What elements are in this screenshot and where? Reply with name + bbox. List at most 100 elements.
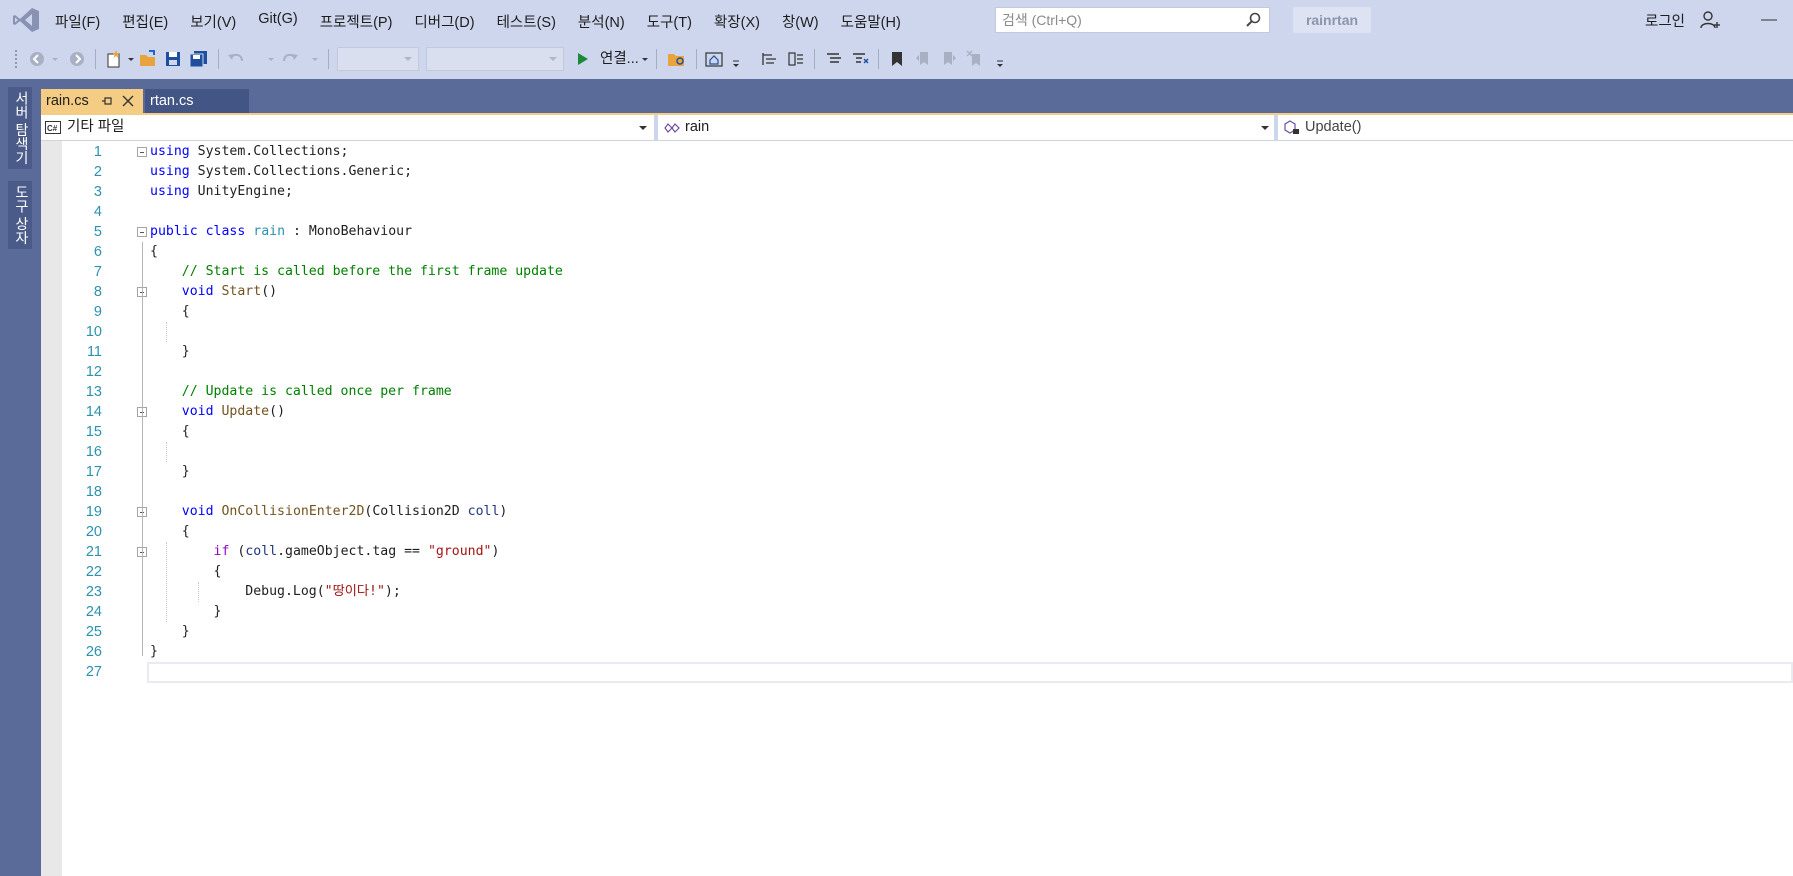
pin-icon[interactable]: [100, 94, 114, 108]
menu-debug[interactable]: 디버그(D): [403, 9, 485, 34]
search-icon[interactable]: [1245, 12, 1261, 28]
code-line[interactable]: 20 {: [62, 522, 1793, 542]
toolbar-overflow-icon[interactable]: [994, 48, 1006, 70]
start-debugging-icon[interactable]: [574, 48, 592, 70]
solution-explorer-home-icon[interactable]: [704, 48, 726, 70]
menu-git[interactable]: Git(G): [247, 9, 308, 34]
code-line[interactable]: 23 Debug.Log("땅이다!");: [62, 582, 1793, 602]
code-line[interactable]: 19 void OnCollisionEnter2D(Collision2D c…: [62, 502, 1793, 522]
new-project-dropdown-icon[interactable]: [126, 48, 136, 70]
undo-icon[interactable]: [226, 48, 246, 70]
close-icon[interactable]: [121, 94, 135, 108]
run-target-label[interactable]: 연결...: [600, 47, 639, 68]
code-text[interactable]: Debug.Log("땅이다!");: [150, 582, 401, 602]
next-bookmark-icon[interactable]: [940, 48, 958, 70]
menu-edit[interactable]: 편집(E): [111, 9, 179, 34]
code-text[interactable]: if (coll.gameObject.tag == "ground"): [150, 542, 500, 562]
menu-test[interactable]: 테스트(S): [486, 9, 567, 34]
code-text[interactable]: // Update is called once per frame: [150, 382, 452, 402]
save-all-icon[interactable]: [188, 48, 210, 70]
navigate-forward-icon[interactable]: [68, 48, 86, 70]
search-input[interactable]: [1002, 11, 1237, 29]
code-text[interactable]: void OnCollisionEnter2D(Collision2D coll…: [150, 502, 508, 522]
code-text[interactable]: }: [150, 342, 190, 362]
menu-project[interactable]: 프로젝트(P): [309, 9, 404, 34]
code-text[interactable]: }: [150, 642, 158, 662]
code-line[interactable]: 5 public class rain : MonoBehaviour: [62, 222, 1793, 242]
code-line[interactable]: 22 {: [62, 562, 1793, 582]
code-text[interactable]: using System.Collections;: [150, 142, 349, 162]
uncomment-icon[interactable]: [850, 48, 870, 70]
code-line[interactable]: 3 using UnityEngine;: [62, 182, 1793, 202]
clear-bookmarks-icon[interactable]: [966, 48, 984, 70]
solution-configuration-dropdown[interactable]: [337, 47, 419, 71]
code-line[interactable]: 9 {: [62, 302, 1793, 322]
code-text[interactable]: {: [150, 302, 190, 322]
previous-bookmark-icon[interactable]: [914, 48, 932, 70]
code-text[interactable]: void Update(): [150, 402, 285, 422]
run-target-dropdown-icon[interactable]: [640, 48, 650, 70]
tab-rtan-cs[interactable]: rtan.cs: [145, 89, 249, 113]
code-line[interactable]: 18: [62, 482, 1793, 502]
code-line[interactable]: 2 using System.Collections.Generic;: [62, 162, 1793, 182]
new-project-icon[interactable]: [104, 48, 124, 70]
save-icon[interactable]: [164, 48, 182, 70]
code-editor[interactable]: 1 using System.Collections; 2 using System.…: [62, 141, 1793, 876]
outline-toggle-icon[interactable]: [786, 48, 806, 70]
find-in-files-icon[interactable]: [666, 48, 688, 70]
toolbar-overflow-icon[interactable]: [730, 48, 742, 70]
minimize-icon[interactable]: [1757, 12, 1781, 28]
code-line[interactable]: 13 // Update is called once per frame: [62, 382, 1793, 402]
code-line[interactable]: 17 }: [62, 462, 1793, 482]
code-line[interactable]: 7 // Start is called before the first fr…: [62, 262, 1793, 282]
code-line[interactable]: 16: [62, 442, 1793, 462]
code-text[interactable]: public class rain : MonoBehaviour: [150, 222, 412, 242]
comment-out-icon[interactable]: [824, 48, 844, 70]
code-line[interactable]: 11 }: [62, 342, 1793, 362]
code-line[interactable]: 8 void Start(): [62, 282, 1793, 302]
code-text[interactable]: using System.Collections.Generic;: [150, 162, 412, 182]
menu-view[interactable]: 보기(V): [179, 9, 247, 34]
toolbox-tab[interactable]: 도구 상자: [8, 181, 32, 249]
menu-analyze[interactable]: 분석(N): [567, 9, 636, 34]
type-dropdown[interactable]: rain: [659, 116, 1273, 139]
code-line[interactable]: 27: [62, 662, 1793, 683]
code-text[interactable]: {: [150, 562, 222, 582]
code-line[interactable]: 10: [62, 322, 1793, 342]
code-text[interactable]: {: [150, 422, 190, 442]
code-text[interactable]: void Start(): [150, 282, 277, 302]
code-line[interactable]: 12: [62, 362, 1793, 382]
code-text[interactable]: {: [150, 522, 190, 542]
solution-platform-dropdown[interactable]: [426, 47, 564, 71]
code-line[interactable]: 26}: [62, 642, 1793, 662]
code-text[interactable]: // Start is called before the first fram…: [150, 262, 563, 282]
undo-dropdown-icon[interactable]: [266, 48, 276, 70]
server-explorer-tab[interactable]: 서버 탐색기: [8, 87, 32, 169]
code-line[interactable]: 14 void Update(): [62, 402, 1793, 422]
code-line[interactable]: 6{: [62, 242, 1793, 262]
menu-window[interactable]: 창(W): [771, 9, 830, 34]
collapse-region-icon[interactable]: [137, 147, 147, 157]
code-line[interactable]: 24 }: [62, 602, 1793, 622]
tab-rain-cs[interactable]: rain.cs: [41, 89, 143, 113]
toolbar-grip[interactable]: [14, 49, 18, 69]
code-text[interactable]: }: [150, 602, 222, 622]
code-text[interactable]: }: [150, 622, 190, 642]
code-text[interactable]: {: [150, 242, 158, 262]
menu-tools[interactable]: 도구(T): [636, 9, 703, 34]
bookmark-icon[interactable]: [888, 48, 906, 70]
menu-help[interactable]: 도움말(H): [830, 9, 912, 34]
code-text[interactable]: using UnityEngine;: [150, 182, 293, 202]
project-dropdown[interactable]: C# 기타 파일: [41, 116, 651, 139]
code-line[interactable]: 4: [62, 202, 1793, 222]
menu-extensions[interactable]: 확장(X): [703, 9, 771, 34]
align-left-icon[interactable]: [760, 48, 780, 70]
redo-icon[interactable]: [280, 48, 300, 70]
code-line[interactable]: 15 {: [62, 422, 1793, 442]
login-link[interactable]: 로그인: [1645, 10, 1685, 31]
user-add-icon[interactable]: [1699, 9, 1721, 31]
code-line[interactable]: 25 }: [62, 622, 1793, 642]
menu-file[interactable]: 파일(F): [44, 9, 111, 34]
code-line[interactable]: 1 using System.Collections;: [62, 142, 1793, 162]
collapse-region-icon[interactable]: [137, 227, 147, 237]
